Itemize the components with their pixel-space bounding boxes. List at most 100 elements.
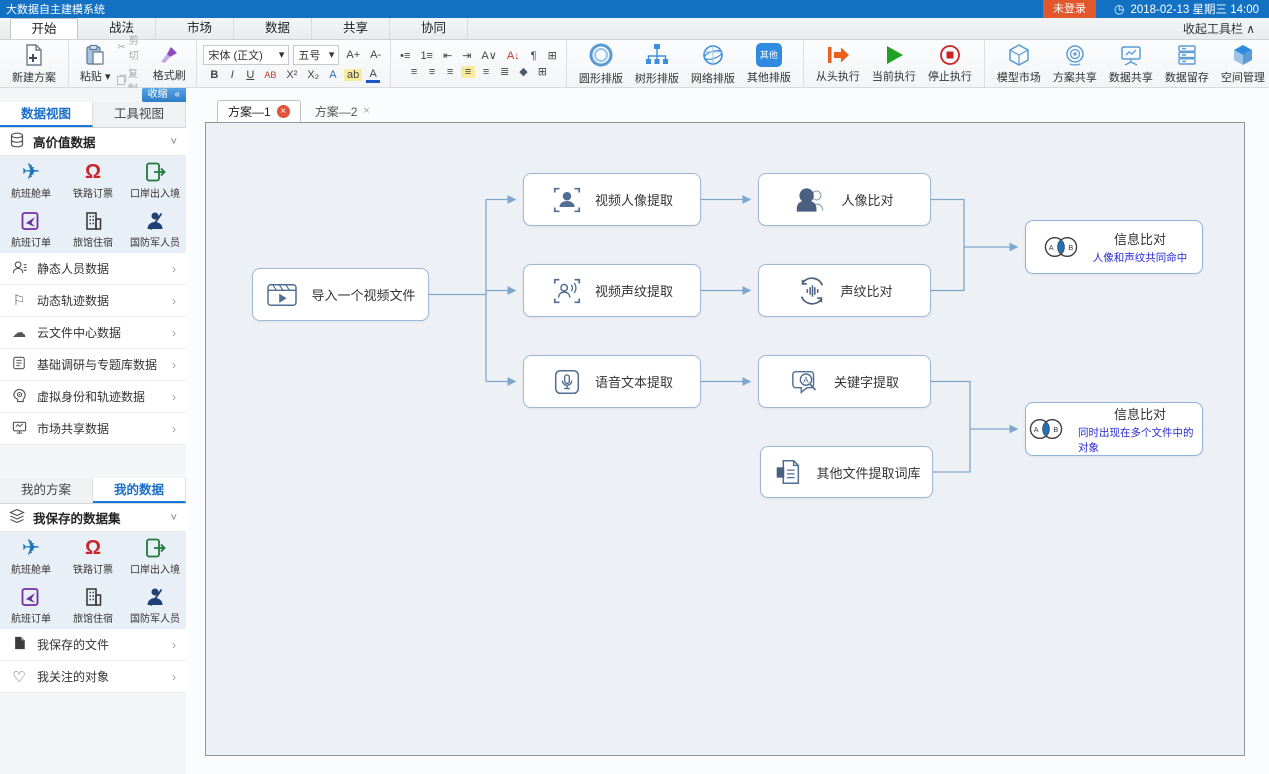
play-icon <box>883 44 905 66</box>
item-my-saved-files[interactable]: 我保存的文件 › <box>0 629 186 661</box>
bold-button[interactable]: B <box>207 69 221 81</box>
data-retention-button[interactable]: 数据留存 <box>1159 42 1215 86</box>
node-speech-text-extract[interactable]: 语音文本提取 <box>523 355 701 408</box>
grow-font-button[interactable]: A+ <box>343 49 363 61</box>
superscript-button[interactable]: X² <box>283 69 300 81</box>
font-color-button[interactable]: A <box>366 68 380 83</box>
align-center-button[interactable]: ≡ <box>425 66 439 78</box>
menu-tab-data[interactable]: 数据 <box>244 18 312 39</box>
number-list-button[interactable]: 1≡ <box>417 50 436 62</box>
tree-item-static-personnel[interactable]: 静态人员数据 › <box>0 253 186 285</box>
tab-my-data[interactable]: 我的数据 <box>93 478 186 503</box>
model-market-button[interactable]: 模型市场 <box>991 42 1047 86</box>
pilcrow-button[interactable]: ¶ <box>527 50 541 62</box>
menu-tab-market[interactable]: 市场 <box>166 18 234 39</box>
dataset-military-personnel[interactable]: 国防军人员 <box>124 581 186 630</box>
node-info-compare-1[interactable]: AB 信息比对 人像和声纹共同命中 <box>1025 220 1203 274</box>
char-scale-button[interactable]: A∨ <box>478 49 499 62</box>
data-share-button[interactable]: 数据共享 <box>1103 42 1159 86</box>
network-layout-button[interactable]: 网络排版 <box>685 42 741 86</box>
collapse-sidebar-button[interactable]: 收缩 « <box>142 88 186 102</box>
paste-button[interactable]: 粘贴 ▾ <box>75 42 115 86</box>
node-other-files-lexicon[interactable]: 其他文件提取词库 <box>760 446 933 498</box>
node-portrait-compare[interactable]: 人像比对 <box>758 173 931 226</box>
dataset-flight-manifest[interactable]: ✈ 航班舱单 <box>0 156 62 205</box>
subscript-button[interactable]: X₂ <box>304 69 322 81</box>
svg-text:B: B <box>1068 243 1073 252</box>
highlight-button[interactable]: ab <box>344 69 362 81</box>
item-my-followed-objects[interactable]: ♡ 我关注的对象 › <box>0 661 186 693</box>
menu-tab-collab[interactable]: 协同 <box>400 18 468 39</box>
node-voiceprint-compare[interactable]: 声纹比对 <box>758 264 931 317</box>
section-high-value-data[interactable]: 高价值数据 ˅ <box>0 128 186 156</box>
bullet-list-button[interactable]: •≡ <box>397 50 413 62</box>
align-left-button[interactable]: ≡ <box>407 66 421 78</box>
tab-data-view[interactable]: 数据视图 <box>0 102 93 127</box>
align-justify-button[interactable]: ≡ <box>461 66 475 78</box>
menu-tab-share[interactable]: 共享 <box>322 18 390 39</box>
soldier-icon <box>144 585 166 609</box>
font-size-select[interactable]: 五号▾ <box>293 45 339 65</box>
node-import-video[interactable]: 导入一个视频文件 <box>252 268 429 321</box>
close-tab-icon[interactable]: × <box>363 105 369 117</box>
tree-item-dynamic-track[interactable]: ⚐ 动态轨迹数据 › <box>0 285 186 317</box>
dataset-military-personnel[interactable]: 国防军人员 <box>124 205 186 254</box>
borders-button[interactable]: ⊞ <box>535 65 550 78</box>
close-tab-icon[interactable]: × <box>277 105 290 118</box>
format-painter-label: 格式刷 <box>153 67 186 83</box>
run-from-start-button[interactable]: 从头执行 <box>810 42 866 86</box>
shrink-font-button[interactable]: A- <box>367 49 384 61</box>
cut-button[interactable]: ✂剪切 <box>117 32 146 62</box>
dataset-hotel-stay[interactable]: 旅馆住宿 <box>62 581 124 630</box>
sort-button[interactable]: A↓ <box>504 50 523 62</box>
collapse-toolbar-button[interactable]: 收起工具栏 ∧ <box>1183 20 1255 37</box>
align-distribute-button[interactable]: ≡ <box>479 66 493 78</box>
shading-button[interactable]: ◆ <box>516 65 530 78</box>
node-keyword-extract[interactable]: A 关键字提取 <box>758 355 931 408</box>
line-spacing-button[interactable]: ≣ <box>497 65 512 78</box>
other-layout-label: 其他排版 <box>747 69 791 85</box>
stop-run-button[interactable]: 停止执行 <box>922 42 978 86</box>
dataset-hotel-stay[interactable]: 旅馆住宿 <box>62 205 124 254</box>
font-family-select[interactable]: 宋体 (正文)▾ <box>203 45 289 65</box>
tree-item-virtual-identity[interactable]: 虚拟身份和轨迹数据 › <box>0 381 186 413</box>
plan-share-button[interactable]: 方案共享 <box>1047 42 1103 86</box>
flow-canvas[interactable]: 导入一个视频文件 视频人像提取 视频声纹提取 语音文本提取 人像比对 声纹比对 … <box>205 122 1245 756</box>
dataset-flight-order[interactable]: 航班订单 <box>0 581 62 630</box>
node-info-compare-2[interactable]: AB 信息比对 同时出现在多个文件中的对象 <box>1025 402 1203 456</box>
dataset-border-entry[interactable]: 口岸出入境 <box>124 156 186 205</box>
tree-item-market-shared[interactable]: 市场共享数据 › <box>0 413 186 445</box>
run-current-button[interactable]: 当前执行 <box>866 42 922 86</box>
format-painter-button[interactable]: 格式刷 <box>148 42 190 86</box>
italic-button[interactable]: I <box>225 69 239 81</box>
tab-my-plans[interactable]: 我的方案 <box>0 478 93 503</box>
node-video-voiceprint-extract[interactable]: 视频声纹提取 <box>523 264 701 317</box>
space-manage-button[interactable]: 空间管理 <box>1215 42 1269 86</box>
dataset-border-entry[interactable]: 口岸出入境 <box>124 532 186 581</box>
underline-button[interactable]: U <box>243 69 257 81</box>
tab-tool-view[interactable]: 工具视图 <box>93 102 186 127</box>
indent-button[interactable]: ⇥ <box>459 49 474 62</box>
plan-tab-2[interactable]: 方案—2 × <box>305 100 380 122</box>
login-status-badge[interactable]: 未登录 <box>1043 0 1096 18</box>
dataset-rail-ticket[interactable]: Ω 铁路订票 <box>62 156 124 205</box>
tree-item-cloud-file[interactable]: ☁ 云文件中心数据 › <box>0 317 186 349</box>
insert-table-button[interactable]: ⊞ <box>545 49 560 62</box>
strike-button[interactable]: AB <box>261 70 279 80</box>
menu-tab-start[interactable]: 开始 <box>10 18 78 39</box>
plan-tab-1[interactable]: 方案—1 × <box>217 100 301 122</box>
text-effects-button[interactable]: A <box>326 69 340 81</box>
dataset-rail-ticket[interactable]: Ω 铁路订票 <box>62 532 124 581</box>
align-right-button[interactable]: ≡ <box>443 66 457 78</box>
portrait-frame-icon <box>551 184 583 216</box>
new-plan-button[interactable]: 新建方案 <box>6 42 62 86</box>
circle-layout-button[interactable]: 圆形排版 <box>573 42 629 86</box>
dataset-flight-order[interactable]: 航班订单 <box>0 205 62 254</box>
node-video-portrait-extract[interactable]: 视频人像提取 <box>523 173 701 226</box>
other-layout-button[interactable]: 其他 其他排版 <box>741 42 797 86</box>
tree-layout-button[interactable]: 树形排版 <box>629 42 685 86</box>
dataset-flight-manifest[interactable]: ✈ 航班舱单 <box>0 532 62 581</box>
tree-item-survey-library[interactable]: 基础调研与专题库数据 › <box>0 349 186 381</box>
section-saved-datasets[interactable]: 我保存的数据集 ˅ <box>0 504 186 532</box>
outdent-button[interactable]: ⇤ <box>440 49 455 62</box>
